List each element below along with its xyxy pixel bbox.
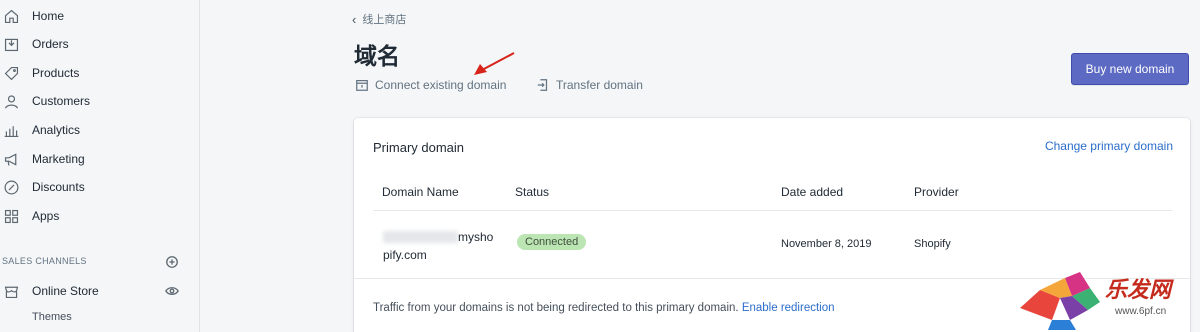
domain-name-part1[interactable]: mysho: [458, 230, 493, 244]
home-icon: [2, 7, 20, 25]
sidebar-item-analytics[interactable]: Analytics: [0, 118, 80, 142]
sidebar-item-home[interactable]: Home: [0, 4, 64, 28]
sidebar-item-label: Analytics: [32, 123, 81, 137]
sidebar-subitem-themes[interactable]: Themes: [32, 311, 72, 323]
column-header-provider: Provider: [914, 185, 959, 199]
sidebar-item-label: Orders: [32, 37, 69, 51]
connect-label: Connect existing domain: [375, 78, 507, 92]
sidebar-item-discounts[interactable]: Discounts: [0, 175, 85, 199]
card-title: Primary domain: [373, 140, 465, 155]
red-arrow-annotation: [474, 52, 515, 75]
sidebar-item-marketing[interactable]: Marketing: [0, 147, 85, 171]
sidebar-item-products[interactable]: Products: [0, 61, 79, 85]
sidebar-item-label: Discounts: [32, 180, 85, 194]
sidebar: Home Orders Products Customers Analytics…: [0, 0, 200, 332]
redirect-notice-text: Traffic from your domains is not being r…: [373, 302, 739, 314]
sidebar-item-label: Customers: [32, 94, 91, 108]
sales-channels-heading: SALES CHANNELS: [2, 256, 87, 266]
sidebar-item-label: Home: [32, 9, 65, 23]
column-header-date: Date added: [781, 185, 844, 199]
calendar-icon: [356, 80, 368, 91]
buy-new-domain-button[interactable]: Buy new domain: [1071, 53, 1189, 85]
enable-redirection-link[interactable]: Enable redirection: [742, 302, 835, 314]
sidebar-item-label: Apps: [32, 209, 60, 223]
transfer-icon: [537, 79, 548, 91]
sidebar-item-online-store[interactable]: Online Store: [0, 279, 99, 303]
store-icon: [2, 282, 20, 300]
domain-name-part2[interactable]: pify.com: [383, 248, 427, 262]
divider: [373, 210, 1172, 211]
orders-icon: [2, 35, 20, 53]
person-icon: [2, 92, 20, 110]
eye-icon[interactable]: [165, 284, 179, 298]
redirect-notice: Traffic from your domains is not being r…: [373, 302, 835, 314]
watermark-url: www.6pf.cn: [1115, 306, 1167, 317]
date-added-cell: November 8, 2019: [781, 238, 872, 250]
chevron-left-icon: ‹: [352, 11, 357, 27]
megaphone-icon: [2, 150, 20, 168]
status-badge: Connected: [517, 234, 587, 250]
sidebar-item-apps[interactable]: Apps: [0, 204, 59, 228]
watermark-text: 乐发网: [1105, 277, 1172, 303]
breadcrumb-label: 线上商店: [362, 14, 407, 26]
apps-icon: [2, 207, 20, 225]
provider-cell: Shopify: [914, 238, 951, 250]
column-header-domain: Domain Name: [382, 185, 459, 199]
column-header-status: Status: [515, 185, 550, 199]
discount-icon: [2, 178, 20, 196]
sidebar-item-orders[interactable]: Orders: [0, 32, 69, 56]
connect-existing-domain-button[interactable]: Connect existing domain: [355, 78, 506, 92]
page-title: 域名: [354, 43, 400, 69]
sidebar-item-label: Products: [32, 66, 80, 80]
breadcrumb-back-link[interactable]: ‹ 线上商店: [352, 11, 406, 27]
change-primary-domain-link[interactable]: Change primary domain: [1045, 139, 1173, 153]
sidebar-item-label: Marketing: [32, 152, 85, 166]
tag-icon: [2, 64, 20, 82]
transfer-domain-button[interactable]: Transfer domain: [536, 78, 643, 92]
bar-chart-icon: [2, 121, 20, 139]
sidebar-item-customers[interactable]: Customers: [0, 89, 90, 113]
add-channel-icon[interactable]: [165, 255, 179, 269]
sidebar-item-label: Online Store: [32, 284, 99, 298]
redacted-domain-prefix: [383, 231, 458, 243]
transfer-label: Transfer domain: [556, 78, 643, 92]
